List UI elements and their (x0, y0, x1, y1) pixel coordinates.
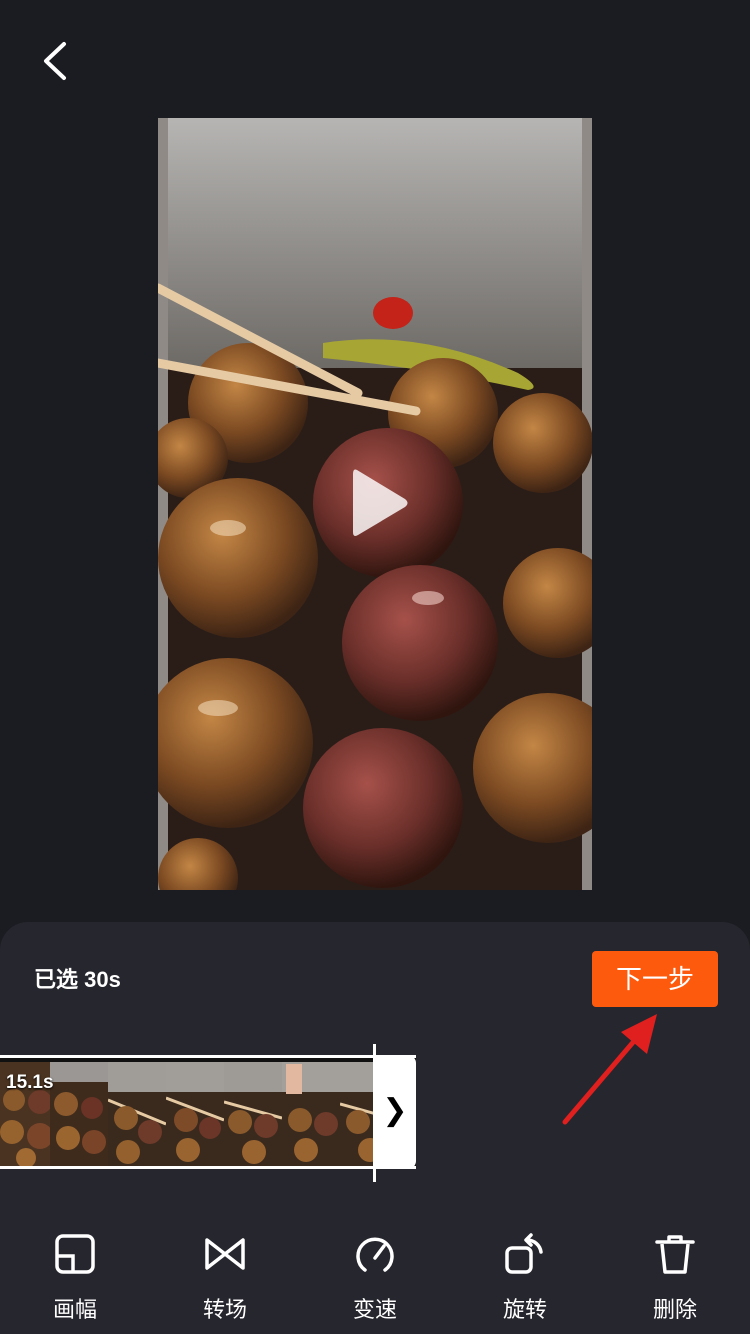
tool-label: 画幅 (52, 1298, 97, 1323)
tool-transition[interactable]: 转场 (170, 1232, 280, 1334)
tool-speed[interactable]: 变速 (320, 1232, 430, 1334)
back-button[interactable] (30, 36, 80, 86)
playhead[interactable] (373, 1044, 376, 1182)
tool-label: 删除 (652, 1298, 697, 1323)
selected-duration-label: 已选 30s (34, 967, 121, 992)
thumbnail (224, 1062, 282, 1166)
tool-delete[interactable]: 删除 (620, 1232, 730, 1334)
thumbnail (50, 1062, 108, 1166)
aspect-ratio-icon (55, 1234, 95, 1274)
transition-icon (205, 1238, 245, 1270)
speed-icon (356, 1237, 394, 1272)
tool-label: 转场 (202, 1298, 247, 1323)
clip-duration-badge: 15.1s (6, 1072, 54, 1093)
video-preview[interactable] (158, 118, 592, 890)
trash-icon (655, 1235, 695, 1274)
thumbnail (108, 1062, 166, 1166)
thumbnail (166, 1062, 224, 1166)
thumbnail-strip: 15.1s (0, 1062, 374, 1166)
rotate-icon (505, 1233, 543, 1274)
tool-aspect-ratio[interactable]: 画幅 (20, 1232, 130, 1334)
next-step-button[interactable]: 下一步 (592, 951, 718, 1007)
trim-handle-right[interactable]: ❯ (374, 1055, 416, 1169)
chevron-right-icon: ❯ (382, 1093, 408, 1128)
thumbnail (340, 1062, 374, 1166)
edit-toolbar: 画幅 转场 变速 旋转 删除 (0, 1232, 750, 1334)
video-timeline[interactable]: 15.1s ❯ (0, 1055, 416, 1169)
annotation-arrow-icon (562, 1014, 657, 1125)
play-icon[interactable] (333, 458, 423, 548)
chevron-left-icon (44, 42, 66, 80)
tool-label: 旋转 (502, 1298, 547, 1323)
tool-rotate[interactable]: 旋转 (470, 1232, 580, 1334)
tool-label: 变速 (352, 1298, 397, 1323)
thumbnail (282, 1062, 340, 1166)
